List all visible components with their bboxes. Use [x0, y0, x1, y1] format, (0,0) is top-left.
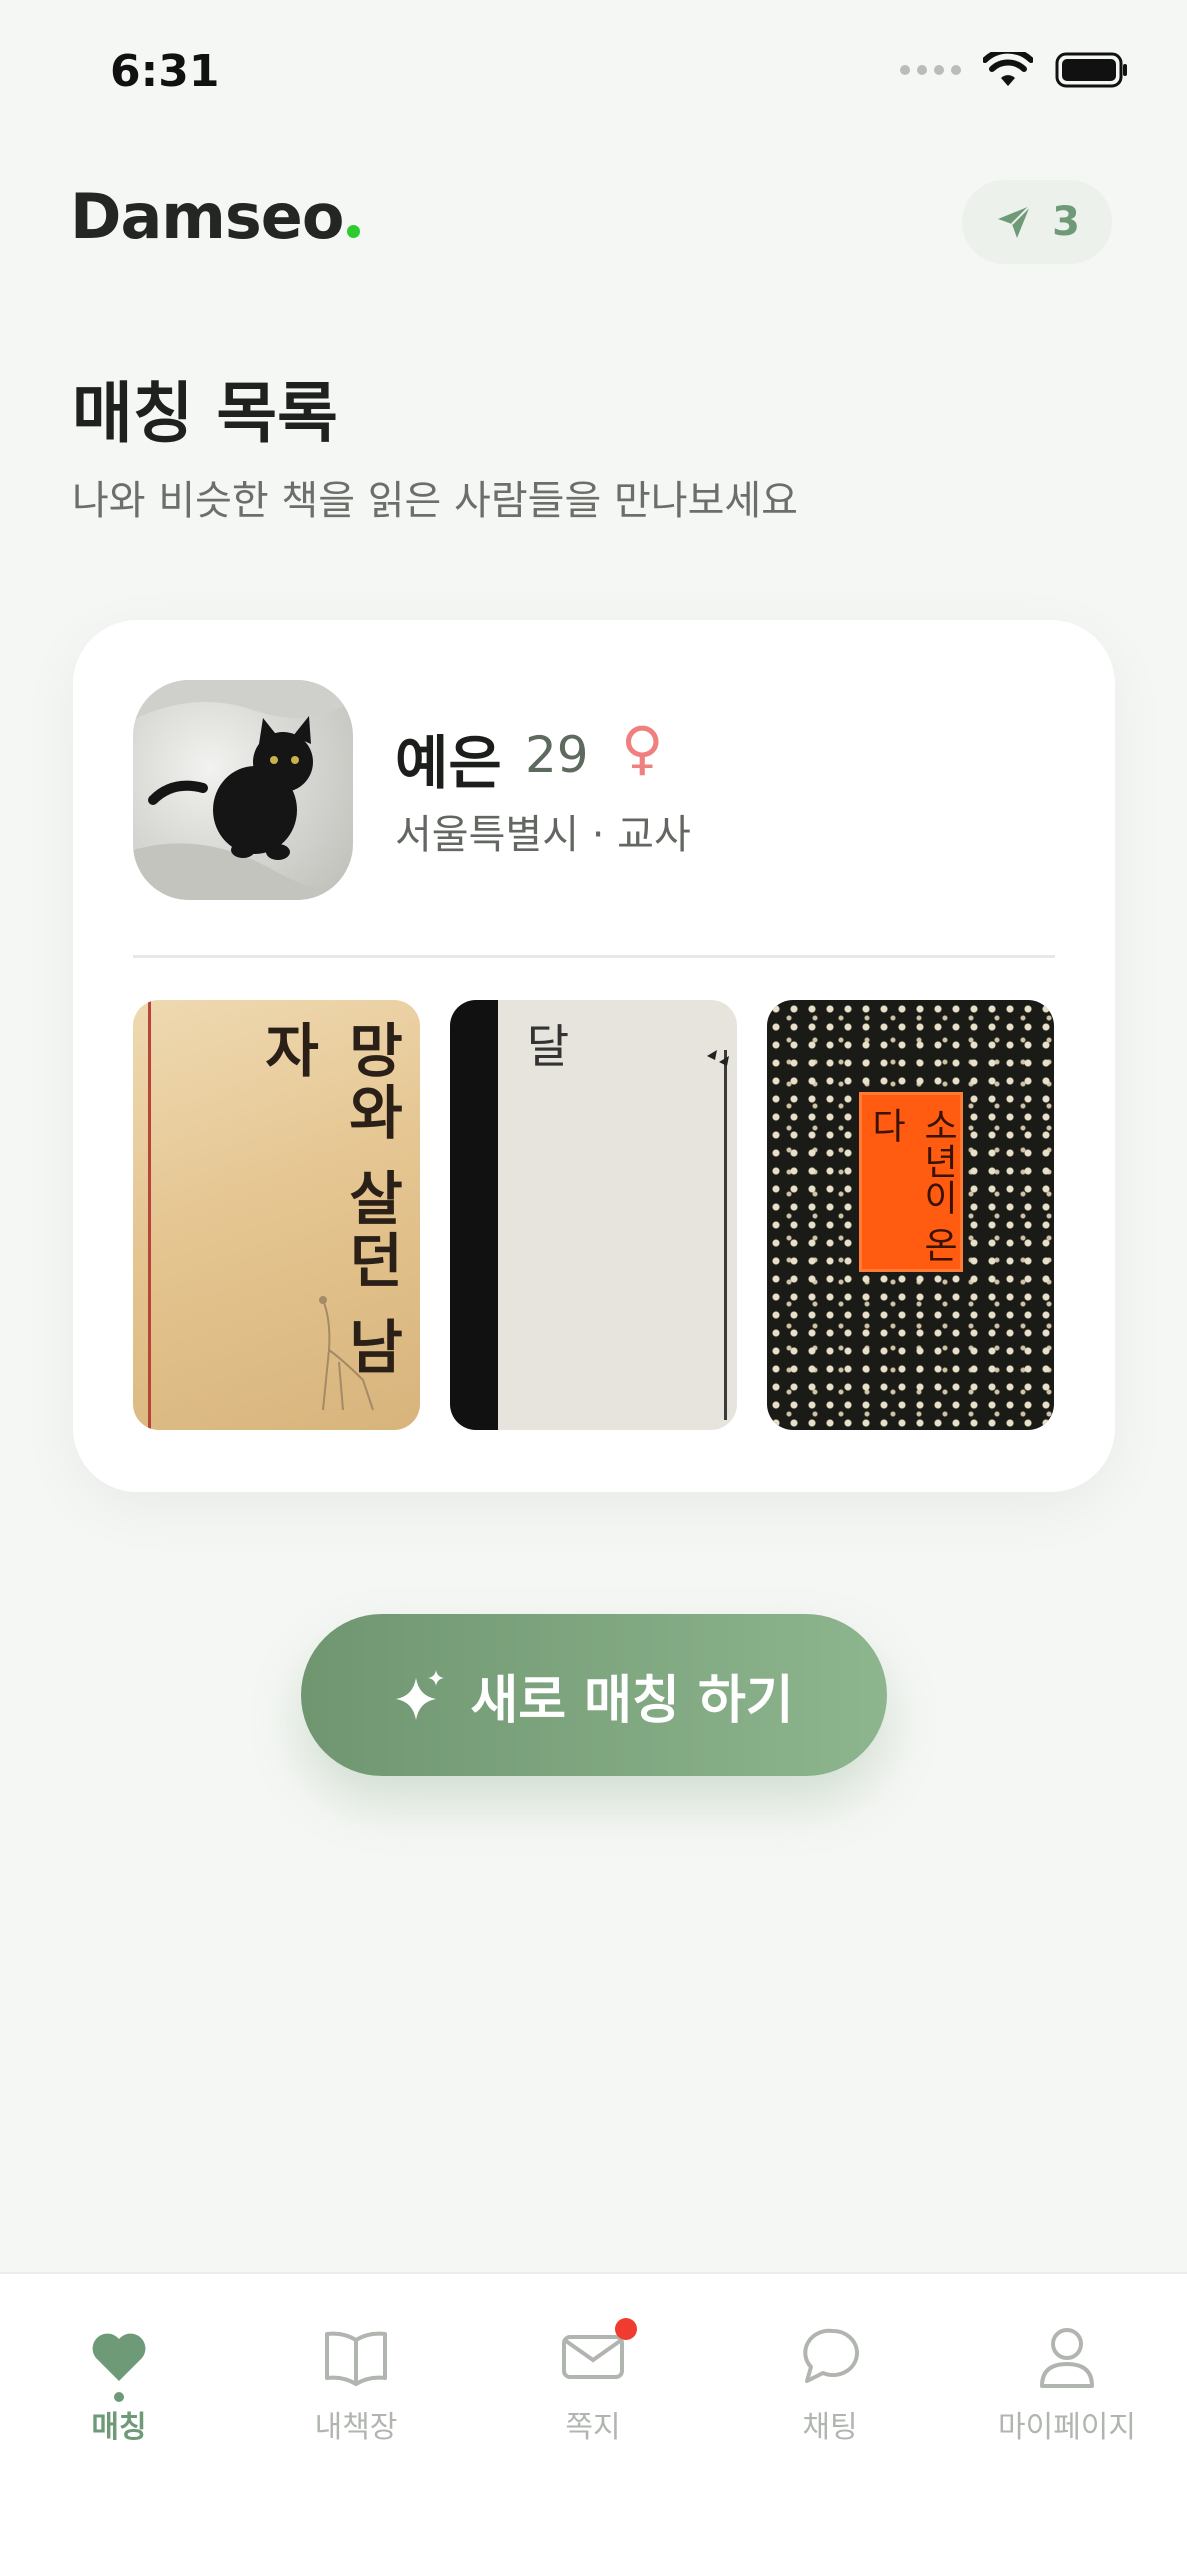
female-gender-icon: ♀: [621, 714, 664, 782]
paper-plane-icon: [998, 205, 1031, 238]
battery-icon: [1055, 52, 1127, 88]
book-cover-2[interactable]: 달: [450, 1000, 737, 1430]
sparkle-icon: [396, 1670, 445, 1720]
tab-mypage[interactable]: 마이페이지: [967, 2322, 1167, 2446]
mail-icon: [561, 2318, 637, 2392]
book-binding: [133, 1000, 151, 1430]
crane-illustration: [319, 1296, 374, 1411]
chat-bubble-icon: [799, 2322, 861, 2392]
app-logo: Damseo: [70, 180, 361, 253]
book-icon: [323, 2322, 389, 2392]
book-cover-title: 달: [518, 1022, 572, 1068]
book-cover-line: [724, 1050, 727, 1420]
card-divider: [133, 955, 1055, 958]
status-indicators: [900, 52, 1129, 88]
book-cover-title: 소년이 온다: [865, 1107, 958, 1263]
tab-chat[interactable]: 채팅: [730, 2322, 930, 2446]
tab-bookshelf[interactable]: 내책장: [256, 2322, 456, 2446]
new-match-button[interactable]: 새로 매칭 하기: [301, 1614, 887, 1776]
profile-age: 29: [525, 726, 589, 784]
bird-illustration: [707, 1050, 729, 1066]
wifi-icon: [983, 52, 1033, 86]
sent-count: 3: [1052, 199, 1080, 245]
cat-photo: [133, 680, 353, 900]
tab-label: 채팅: [802, 2410, 858, 2445]
tab-label: 내책장: [314, 2410, 398, 2445]
avatar: [133, 680, 353, 900]
logo-dot: [347, 225, 361, 238]
bottom-tab-bar: 매칭 내책장 쪽지 채팅 마이페이지: [0, 2272, 1187, 2569]
book-cover-3[interactable]: 소년이 온다: [767, 1000, 1054, 1430]
notification-badge: [615, 2318, 637, 2340]
tab-label: 쪽지: [565, 2410, 621, 2445]
tab-label: 마이페이지: [998, 2410, 1136, 2445]
new-match-label: 새로 매칭 하기: [470, 1670, 794, 1731]
cellular-signal-icon: [900, 65, 961, 75]
person-icon: [1038, 2322, 1096, 2392]
page-title: 매칭 목록: [72, 375, 338, 452]
tab-matching[interactable]: 매칭: [19, 2322, 219, 2446]
matching-screen: 6:31 Damseo 3 매칭 목록 나와 비슷한 책을 읽은 사람들을 만나…: [0, 0, 1187, 2569]
profile-name: 예은: [395, 729, 502, 797]
sent-requests-button[interactable]: 3: [962, 180, 1112, 264]
book-cover-1[interactable]: 망와 살던 남자: [133, 1000, 420, 1430]
match-card[interactable]: 예은 29 ♀ 서울특별시 · 교사 망와 살던 남자 달 소년이 온다: [73, 620, 1115, 1492]
tab-messages[interactable]: 쪽지: [493, 2318, 693, 2446]
heart-icon: [90, 2322, 148, 2402]
book-spine: [450, 1000, 498, 1430]
tab-label: 매칭: [91, 2410, 147, 2445]
page-subtitle: 나와 비슷한 책을 읽은 사람들을 만나보세요: [72, 478, 798, 524]
active-indicator: [114, 2392, 124, 2402]
status-time: 6:31: [110, 46, 220, 97]
book-cover-label: 소년이 온다: [859, 1092, 963, 1272]
profile-location-job: 서울특별시 · 교사: [395, 812, 691, 858]
